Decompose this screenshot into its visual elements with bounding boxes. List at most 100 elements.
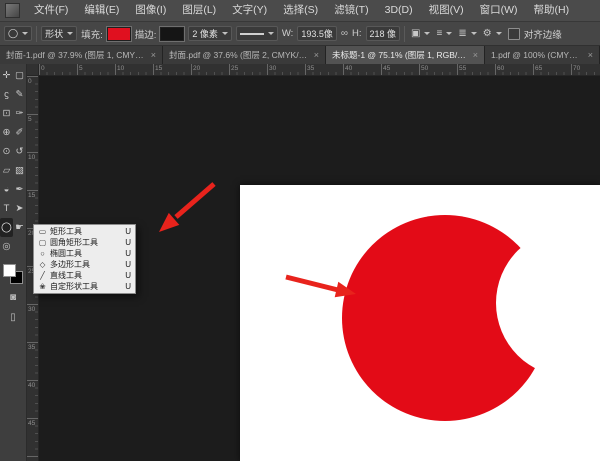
shape-tool-label: 椭圆工具 <box>50 248 82 259</box>
gradient-tool[interactable]: ▧ <box>13 161 26 180</box>
tab-1-pdf[interactable]: 1.pdf @ 100% (CMYK/8) × <box>485 46 600 64</box>
link-dimensions-icon[interactable]: ∞ <box>341 28 348 39</box>
shape-tool-label: 矩形工具 <box>50 226 82 237</box>
fill-label: 填充: <box>81 27 103 41</box>
close-icon[interactable]: × <box>314 50 319 60</box>
pen-tool[interactable]: ✒ <box>13 180 26 199</box>
chevron-down-icon <box>268 32 274 35</box>
menu-list: 文件(F)编辑(E)图像(I)图层(L)文字(Y)选择(S)滤镜(T)3D(D)… <box>26 0 577 21</box>
eyedropper-tool[interactable]: ✑ <box>13 104 26 123</box>
menu-file[interactable]: 文件(F) <box>26 0 76 21</box>
lasso-tool[interactable]: ϛ <box>0 85 13 104</box>
tab-untitled-1[interactable]: 未标题-1 @ 75.1% (图层 1, RGB/8) * × <box>326 46 485 64</box>
menu-bar: 文件(F)编辑(E)图像(I)图层(L)文字(Y)选择(S)滤镜(T)3D(D)… <box>0 0 600 22</box>
tool-options-bar: ◯ 形状 填充: 描边: 2 像素 W: 193.5像 ∞ H: 218 像 <box>0 22 600 46</box>
chevron-down-icon <box>424 32 430 35</box>
align-edges-checkbox[interactable] <box>508 28 520 40</box>
zoom-tool[interactable]: ◎ <box>0 237 13 256</box>
ruler-label: 5 <box>27 114 38 152</box>
shape-tool-icon: ▭ <box>38 227 47 236</box>
ruler-label: 10 <box>115 64 153 75</box>
shape-width-value: 193.5像 <box>301 27 333 40</box>
clone-stamp-tool[interactable]: ⊙ <box>0 142 13 161</box>
tab-title: 未标题-1 @ 75.1% (图层 1, RGB/8) * <box>332 49 468 61</box>
fill-swatch[interactable] <box>107 27 131 41</box>
ruler-label: 65 <box>533 64 571 75</box>
stroke-swatch[interactable] <box>160 27 184 41</box>
type-tool[interactable]: T <box>0 199 13 218</box>
menu-image[interactable]: 图像(I) <box>127 0 174 21</box>
path-selection-tool[interactable]: ➤ <box>13 199 26 218</box>
shape-tool-icon: ▢ <box>38 238 47 247</box>
tool-preset-button[interactable]: ◯ <box>4 26 32 41</box>
menu-select[interactable]: 选择(S) <box>275 0 326 21</box>
rectangle-tool-item[interactable]: ▭ 矩形工具 U <box>34 226 135 237</box>
document-view[interactable] <box>240 185 600 461</box>
button-glyph: ▣ <box>411 28 420 39</box>
ruler-label: 40 <box>27 380 38 418</box>
close-icon[interactable]: × <box>473 50 478 60</box>
ellipse-tool[interactable]: ◯ <box>0 218 13 237</box>
eraser-tool[interactable]: ▱ <box>0 161 13 180</box>
path-arrangement-button[interactable]: ≣ <box>456 26 478 42</box>
healing-brush-tool[interactable]: ⊕ <box>0 123 13 142</box>
close-icon[interactable]: × <box>588 50 593 60</box>
quick-selection-tool[interactable]: ✎ <box>13 85 26 104</box>
path-alignment-button[interactable]: ≡ <box>434 26 454 42</box>
line-style-icon <box>240 33 264 35</box>
tab-fengmian[interactable]: 封面.pdf @ 37.6% (图层 2, CMYK/8) * × <box>163 46 326 64</box>
screen-mode-button[interactable]: ▯ <box>10 310 16 324</box>
shape-tool-label: 圆角矩形工具 <box>50 237 98 248</box>
ruler-label: 0 <box>27 76 38 114</box>
menu-edit[interactable]: 编辑(E) <box>76 0 127 21</box>
close-icon[interactable]: × <box>151 50 156 60</box>
shape-width-field[interactable]: 193.5像 <box>297 26 337 41</box>
shape-settings-button[interactable]: ⚙ <box>481 26 504 42</box>
stroke-width-value: 2 像素 <box>192 27 218 40</box>
ruler-label: 45 <box>27 418 38 456</box>
move-tool[interactable]: ✛ <box>0 66 13 85</box>
tab-title: 1.pdf @ 100% (CMYK/8) <box>491 50 583 60</box>
crop-tool[interactable]: ⊡ <box>0 104 13 123</box>
ruler-label: 10 <box>27 152 38 190</box>
chevron-down-icon <box>471 32 477 35</box>
hand-tool[interactable]: ☛ <box>13 218 26 237</box>
stroke-width-select[interactable]: 2 像素 <box>188 26 232 41</box>
chevron-down-icon <box>67 32 73 35</box>
menu-help[interactable]: 帮助(H) <box>526 0 578 21</box>
button-glyph: ≣ <box>458 28 466 39</box>
menu-layer[interactable]: 图层(L) <box>174 0 224 21</box>
quick-mask-button[interactable]: ◙ <box>10 290 16 304</box>
blur-tool[interactable]: ◒ <box>0 180 13 199</box>
menu-filter[interactable]: 滤镜(T) <box>326 0 376 21</box>
stroke-label: 描边: <box>135 27 157 41</box>
shape-tool-label: 多边形工具 <box>50 259 90 270</box>
menu-window[interactable]: 窗口(W) <box>472 0 526 21</box>
polygon-tool-item[interactable]: ◇ 多边形工具 U <box>34 259 135 270</box>
tool-mode-select[interactable]: 形状 <box>41 26 77 41</box>
history-brush-tool[interactable]: ↺ <box>13 142 26 161</box>
brush-tool[interactable]: ✐ <box>13 123 26 142</box>
path-buttons: ▣ ≡ ≣ ⚙ <box>409 26 504 42</box>
photoshop-window: 文件(F)编辑(E)图像(I)图层(L)文字(Y)选择(S)滤镜(T)3D(D)… <box>0 0 600 461</box>
line-tool-item[interactable]: ╱ 直线工具 U <box>34 270 135 281</box>
marquee-tool[interactable]: ▢ <box>13 66 26 85</box>
ruler-label: 30 <box>27 304 38 342</box>
rounded-rectangle-tool-item[interactable]: ▢ 圆角矩形工具 U <box>34 237 135 248</box>
menu-type[interactable]: 文字(Y) <box>224 0 275 21</box>
ellipse-tool-item[interactable]: ○ 椭圆工具 U <box>34 248 135 259</box>
foreground-color-swatch[interactable] <box>3 264 16 277</box>
path-operations-button[interactable]: ▣ <box>409 26 432 42</box>
shape-height-field[interactable]: 218 像 <box>366 26 401 41</box>
stroke-style-select[interactable] <box>236 26 278 41</box>
ruler-label: 0 <box>39 64 77 75</box>
menu-view[interactable]: 视图(V) <box>421 0 472 21</box>
tab-title: 封面.pdf @ 37.6% (图层 2, CMYK/8) * <box>169 49 309 61</box>
tab-fengmian-1[interactable]: 封面-1.pdf @ 37.9% (图层 1, CMYK/8) * × <box>0 46 163 64</box>
menu-3d[interactable]: 3D(D) <box>377 0 421 21</box>
custom-shape-tool-item[interactable]: ❀ 自定形状工具 U <box>34 281 135 292</box>
color-swatches[interactable] <box>3 264 23 284</box>
shortcut-key: U <box>121 227 131 236</box>
shortcut-key: U <box>121 282 131 291</box>
separator <box>404 26 405 42</box>
